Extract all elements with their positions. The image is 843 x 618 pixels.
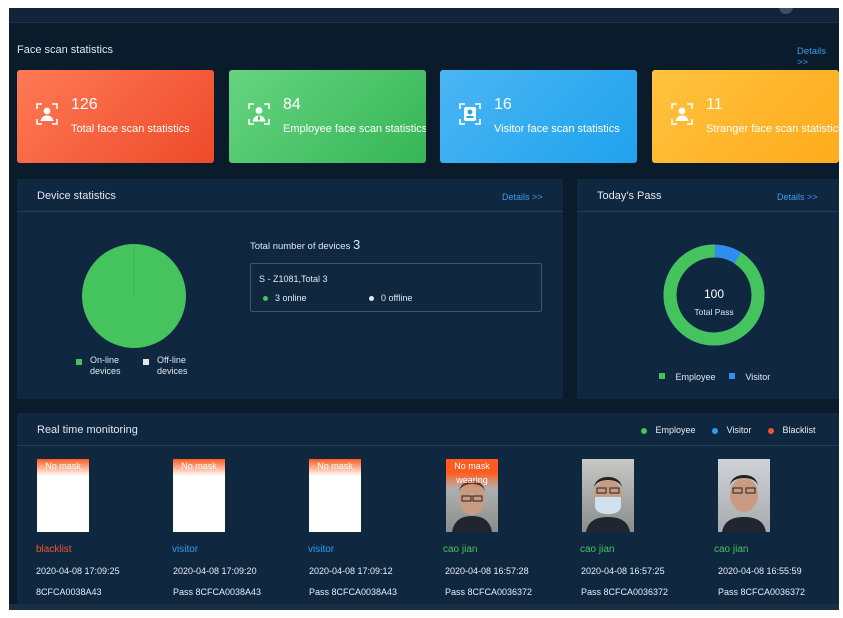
device-group-title: S - Z1081,Total 3 — [259, 274, 328, 284]
legend-offline-swatch — [143, 359, 149, 365]
no-mask-badge: No mask — [37, 459, 89, 476]
legend-visitor-swatch — [729, 372, 735, 379]
legend-visitor-label: Visitor — [745, 372, 771, 382]
visitor-icon — [459, 103, 481, 125]
record-time: 2020-04-08 16:57:28 — [445, 566, 529, 576]
device-title: Device statistics — [37, 190, 116, 202]
online-count: 3 online — [275, 293, 307, 303]
record-time: 2020-04-08 17:09:12 — [309, 566, 393, 576]
donut-total-number: 100 — [704, 287, 724, 301]
online-dot-icon — [263, 296, 268, 301]
record-time: 2020-04-08 16:55:59 — [718, 566, 802, 576]
device-pie-chart — [82, 244, 186, 348]
legend-offline-label: Off-line devices — [157, 355, 188, 376]
card-label: Employee face scan statistics — [283, 123, 426, 135]
record-snapshot[interactable] — [582, 459, 634, 532]
record-pass-id: Pass 8CFCA0036372 — [581, 587, 669, 597]
horizontal-scrollbar[interactable] — [9, 604, 839, 610]
today-pass-title: Today's Pass — [597, 190, 662, 202]
today-pass-header: Today's Pass Details >> — [577, 179, 839, 212]
card-count: 84 — [283, 96, 301, 113]
no-mask-badge: No mask wearing — [446, 459, 498, 489]
employee-icon — [248, 103, 270, 125]
today-pass-panel: Today's Pass Details >> 100 Total Pass E… — [577, 179, 839, 399]
donut-total-label: Total Pass — [694, 307, 733, 317]
offline-dot-icon — [369, 296, 374, 301]
record-pass-id: Pass 8CFCA0038A43 — [173, 587, 262, 597]
record-person-name: cao jian — [714, 544, 749, 555]
card-count: 126 — [71, 96, 98, 113]
face-photo — [582, 459, 634, 532]
record-person-type: visitor — [172, 544, 199, 555]
legend-employee-swatch — [659, 372, 665, 379]
record-person-type: blacklist — [36, 544, 72, 555]
device-panel: Device statistics Details >> On-line dev… — [17, 179, 563, 399]
record-pass-id: Pass 8CFCA0038A43 — [309, 587, 398, 597]
card-count: 16 — [494, 96, 512, 113]
no-mask-badge: No mask — [309, 459, 361, 476]
device-panel-header: Device statistics Details >> — [17, 179, 563, 212]
record-pass-id: Pass 8CFCA0036372 — [718, 587, 806, 597]
card-label: Total face scan statistics — [71, 123, 190, 135]
stranger-icon — [671, 103, 693, 125]
record-person-name: cao jian — [580, 544, 615, 555]
record-pass-id: 8CFCA0038A43 — [36, 587, 102, 597]
device-group-box[interactable]: S - Z1081,Total 3 3 online 0 offline — [250, 263, 542, 312]
person-photo-icon — [586, 477, 630, 532]
card-label: Visitor face scan statistics — [494, 123, 620, 135]
realtime-header: Real time monitoring Employee Visitor Bl… — [17, 413, 839, 446]
top-bar — [9, 8, 839, 23]
today-pass-details-link[interactable]: Details >> — [777, 192, 818, 202]
user-avatar-icon[interactable] — [779, 8, 793, 14]
record-time: 2020-04-08 17:09:25 — [36, 566, 120, 576]
no-mask-badge: No mask — [173, 459, 225, 476]
record-person-name: cao jian — [443, 544, 478, 555]
legend-visitor-text: Visitor — [726, 425, 752, 435]
person-photo-icon — [722, 475, 766, 532]
card-visitor[interactable]: 16 Visitor face scan statistics — [440, 70, 637, 163]
face-photo — [718, 459, 770, 532]
realtime-panel: Real time monitoring Employee Visitor Bl… — [17, 413, 839, 604]
legend-visitor-dot-icon — [712, 427, 719, 434]
record-time: 2020-04-08 16:57:25 — [581, 566, 665, 576]
face-scan-icon — [36, 103, 58, 125]
record-time: 2020-04-08 17:09:20 — [173, 566, 257, 576]
total-devices-label: Total number of devices — [250, 241, 351, 252]
legend-employee-label: Employee — [675, 372, 716, 382]
card-count: 11 — [706, 96, 723, 113]
card-employee[interactable]: 84 Employee face scan statistics — [229, 70, 426, 163]
legend-employee-dot-icon — [641, 427, 647, 434]
record-snapshot[interactable]: No mask — [173, 459, 225, 532]
realtime-title: Real time monitoring — [37, 424, 138, 436]
card-label: Stranger face scan statistics — [706, 123, 839, 135]
total-devices-value: 3 — [352, 237, 361, 252]
record-snapshot[interactable]: No mask — [309, 459, 361, 532]
legend-visitor: Visitor — [729, 367, 770, 385]
card-stranger[interactable]: 11 Stranger face scan statistics — [652, 70, 839, 163]
total-devices: Total number of devices 3 — [250, 237, 360, 252]
card-total[interactable]: 126 Total face scan statistics — [17, 70, 214, 163]
record-pass-id: Pass 8CFCA0036372 — [445, 587, 533, 597]
legend-blacklist-text: Blacklist — [782, 425, 816, 435]
legend-online-swatch — [76, 359, 82, 365]
legend-blacklist-dot-icon — [767, 427, 774, 434]
face-scan-title: Face scan statistics — [17, 44, 113, 56]
device-details-link[interactable]: Details >> — [502, 192, 543, 202]
dashboard: Face scan statistics Details >> 126 Tota… — [9, 8, 839, 610]
offline-count: 0 offline — [381, 293, 413, 303]
legend-employee-text: Employee — [655, 425, 696, 435]
record-snapshot[interactable]: No mask wearing — [446, 459, 498, 532]
face-scan-details-link[interactable]: Details >> — [797, 46, 839, 68]
legend-online-label: On-line devices — [90, 355, 121, 376]
record-snapshot[interactable] — [718, 459, 770, 532]
record-person-type: visitor — [308, 544, 335, 555]
realtime-legend: Employee Visitor Blacklist — [641, 425, 815, 435]
record-snapshot[interactable]: No mask — [37, 459, 89, 532]
legend-employee: Employee — [659, 367, 715, 385]
today-pass-donut-chart: 100 Total Pass — [663, 244, 765, 346]
